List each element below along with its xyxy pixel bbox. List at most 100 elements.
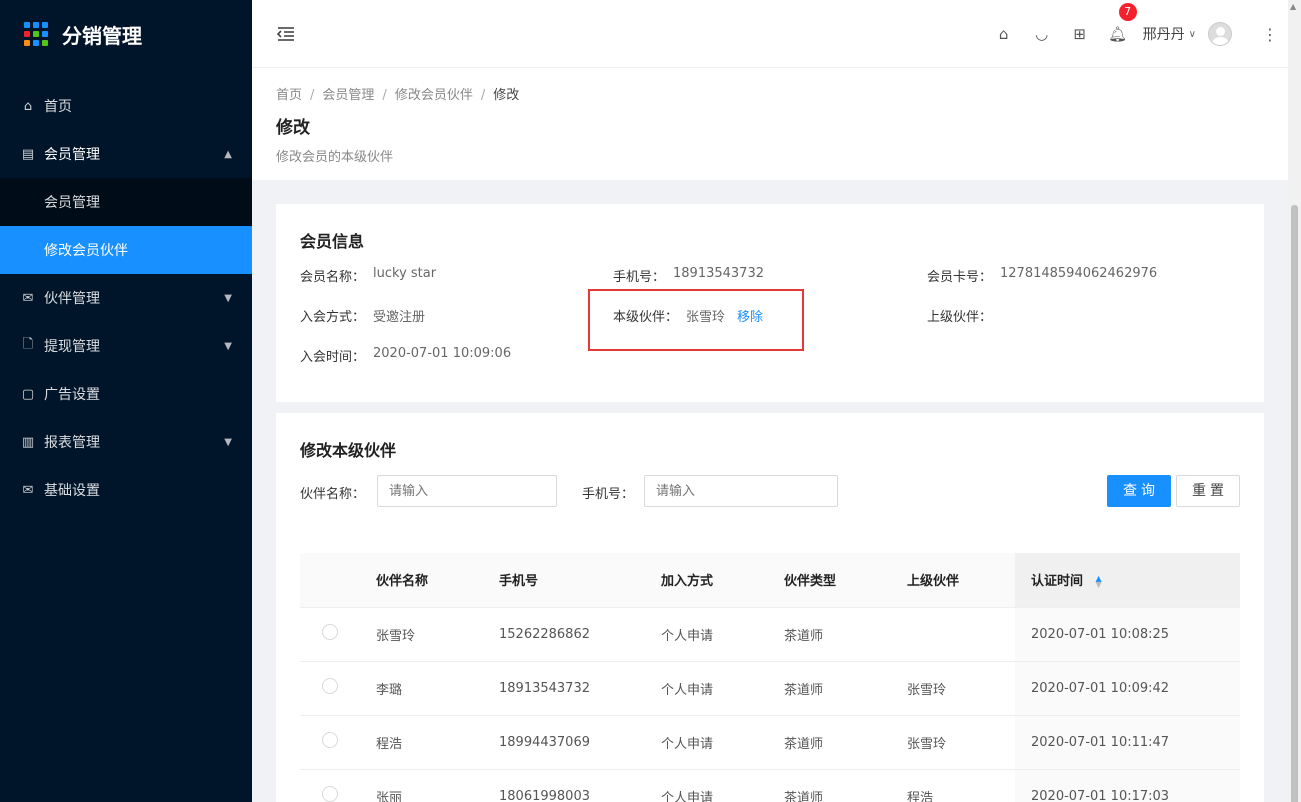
more-vertical-icon[interactable]: ⋮ xyxy=(1262,25,1278,44)
top-header: ⌂ ◡ ⊞ 🔔︎ 7 邢丹丹 ∨ ⋮ xyxy=(252,0,1288,68)
page-scrollbar[interactable]: ▲ xyxy=(1288,0,1301,802)
app-title: 分销管理 xyxy=(62,23,142,48)
info-join-time: 入会时间： 2020-07-01 10:09:06 xyxy=(300,346,512,365)
sidebar-menu: ⌂ 首页 ▤ 会员管理 ▲ 会员管理 修改会员伙伴 ✉ 伙伴管理 ▼ 🗋 提现管… xyxy=(0,82,252,514)
apps-icon[interactable]: ⊞ xyxy=(1061,25,1099,43)
headset-icon[interactable]: ◡ xyxy=(1023,25,1061,43)
chevron-up-icon: ▲ xyxy=(224,148,232,160)
scroll-up-icon[interactable]: ▲ xyxy=(1290,2,1296,11)
partner-type-cell: 茶道师 xyxy=(784,607,907,662)
sidebar-item-basic-settings[interactable]: ✉ 基础设置 xyxy=(0,466,252,514)
logo-dot xyxy=(24,31,30,37)
join-method-cell: 个人申请 xyxy=(661,661,784,716)
upper-partner-cell: 张雪玲 xyxy=(907,661,1015,716)
breadcrumb-current: 修改 xyxy=(493,88,520,103)
logo-dot xyxy=(24,22,30,28)
join-method-cell: 个人申请 xyxy=(661,715,784,770)
breadcrumb-item[interactable]: 首页 xyxy=(276,88,302,103)
highlight-annotation-box xyxy=(588,289,804,351)
table-row[interactable]: 程浩 18994437069 个人申请 茶道师 张雪玲 2020-07-01 1… xyxy=(300,715,1240,770)
partner-name-cell: 张丽 xyxy=(376,769,499,802)
breadcrumb-item[interactable]: 会员管理 xyxy=(322,88,374,103)
sidebar-item-ad-settings[interactable]: ▢ 广告设置 xyxy=(0,370,252,418)
partner-name-input[interactable] xyxy=(377,475,557,507)
sidebar-subitem-edit-member-partner[interactable]: 修改会员伙伴 xyxy=(0,226,252,274)
sidebar-item-label: 基础设置 xyxy=(44,483,100,499)
phone-cell: 15262286862 xyxy=(499,607,661,662)
sort-icon[interactable]: ▲ ▼ xyxy=(1096,574,1102,588)
header-actions: ⌂ ◡ ⊞ 🔔︎ 7 邢丹丹 ∨ ⋮ xyxy=(985,0,1278,68)
partner-name-cell: 张雪玲 xyxy=(376,607,499,662)
sidebar-subitem-member-management[interactable]: 会员管理 xyxy=(0,178,252,226)
chevron-down-icon: ▼ xyxy=(224,340,232,352)
partner-table: 伙伴名称 手机号 加入方式 伙伴类型 上级伙伴 认证时间 ▲ ▼ 张雪玲 1526… xyxy=(300,553,1240,802)
row-radio[interactable] xyxy=(322,624,338,640)
sidebar: 分销管理 ⌂ 首页 ▤ 会员管理 ▲ 会员管理 修改会员伙伴 ✉ 伙伴管理 ▼ … xyxy=(0,0,252,802)
upper-partner-cell: 程浩 xyxy=(907,769,1015,802)
logo-dot xyxy=(33,22,39,28)
row-radio[interactable] xyxy=(322,678,338,694)
partner-type-cell: 茶道师 xyxy=(784,715,907,770)
home-icon[interactable]: ⌂ xyxy=(985,25,1023,43)
sidebar-item-home[interactable]: ⌂ 首页 xyxy=(0,82,252,130)
upper-partner-cell xyxy=(907,607,1015,662)
column-header: 加入方式 xyxy=(661,553,784,608)
sidebar-item-withdraw-management[interactable]: 🗋 提现管理 ▼ xyxy=(0,322,252,370)
bell-icon[interactable]: 🔔︎ 7 xyxy=(1099,3,1137,43)
sidebar-item-label: 广告设置 xyxy=(44,387,100,403)
sidebar-item-partner-management[interactable]: ✉ 伙伴管理 ▼ xyxy=(0,274,252,322)
partner-name-filter-label: 伙伴名称： xyxy=(300,487,366,502)
mail-icon: ✉ xyxy=(22,482,34,498)
phone-input[interactable] xyxy=(644,475,838,507)
info-upper-partner: 上级伙伴： xyxy=(927,310,993,325)
info-join-method: 入会方式： 受邀注册 xyxy=(300,310,426,325)
chevron-down-icon: ▼ xyxy=(224,292,232,304)
partner-list-card: 修改本级伙伴 伙伴名称： 手机号： 查询 重置 伙伴名称 手机号 加入方式 伙伴… xyxy=(276,413,1264,802)
column-header: 手机号 xyxy=(499,553,661,608)
verify-time-cell: 2020-07-01 10:17:03 xyxy=(1015,769,1240,802)
file-icon: 🗋 xyxy=(22,337,34,352)
row-radio[interactable] xyxy=(322,786,338,802)
logo[interactable]: 分销管理 xyxy=(0,0,252,68)
notification-badge: 7 xyxy=(1118,3,1137,21)
logo-dot xyxy=(33,31,39,37)
app-grid-icon xyxy=(24,22,48,46)
page-title: 修改 xyxy=(276,118,310,138)
user-name: 邢丹丹 xyxy=(1142,27,1185,43)
logo-dot xyxy=(42,40,48,46)
column-header-sortable[interactable]: 认证时间 ▲ ▼ xyxy=(1015,553,1240,608)
sidebar-item-report-management[interactable]: ▥ 报表管理 ▼ xyxy=(0,418,252,466)
upper-partner-cell: 张雪玲 xyxy=(907,715,1015,770)
home-icon: ⌂ xyxy=(23,98,33,114)
menu-fold-icon[interactable] xyxy=(276,24,296,44)
verify-time-cell: 2020-07-01 10:08:25 xyxy=(1015,607,1240,662)
table-header-row: 伙伴名称 手机号 加入方式 伙伴类型 上级伙伴 认证时间 ▲ ▼ xyxy=(300,553,1240,608)
table-row[interactable]: 张丽 18061998003 个人申请 茶道师 程浩 2020-07-01 10… xyxy=(300,769,1240,802)
breadcrumb-item[interactable]: 修改会员伙伴 xyxy=(395,88,473,103)
sidebar-item-label: 提现管理 xyxy=(44,339,100,355)
avatar[interactable] xyxy=(1208,22,1232,46)
breadcrumb: 首页 / 会员管理 / 修改会员伙伴 / 修改 xyxy=(276,88,520,103)
column-header: 上级伙伴 xyxy=(907,553,1015,608)
table-row[interactable]: 李璐 18913543732 个人申请 茶道师 张雪玲 2020-07-01 1… xyxy=(300,661,1240,716)
phone-cell: 18061998003 xyxy=(499,769,661,802)
sidebar-item-label: 首页 xyxy=(44,99,72,115)
select-column-header xyxy=(300,553,376,608)
sidebar-item-label: 伙伴管理 xyxy=(44,291,100,307)
info-card-number: 会员卡号： 1278148594062462976 xyxy=(927,266,1158,285)
column-header: 伙伴名称 xyxy=(376,553,499,608)
reset-button[interactable]: 重置 xyxy=(1176,475,1240,507)
scrollbar-thumb[interactable] xyxy=(1291,205,1298,802)
user-menu[interactable]: 邢丹丹 ∨ xyxy=(1143,22,1232,46)
row-radio[interactable] xyxy=(322,732,338,748)
sidebar-item-member-management[interactable]: ▤ 会员管理 ▲ xyxy=(0,130,252,178)
column-header: 伙伴类型 xyxy=(784,553,907,608)
phone-filter-label: 手机号： xyxy=(582,487,635,502)
chevron-down-icon: ▼ xyxy=(224,436,232,448)
page-description: 修改会员的本级伙伴 xyxy=(276,150,394,165)
table-row[interactable]: 张雪玲 15262286862 个人申请 茶道师 2020-07-01 10:0… xyxy=(300,607,1240,662)
partner-type-cell: 茶道师 xyxy=(784,769,907,802)
logo-dot xyxy=(42,22,48,28)
sidebar-item-label: 会员管理 xyxy=(44,147,100,163)
query-button[interactable]: 查询 xyxy=(1107,475,1171,507)
